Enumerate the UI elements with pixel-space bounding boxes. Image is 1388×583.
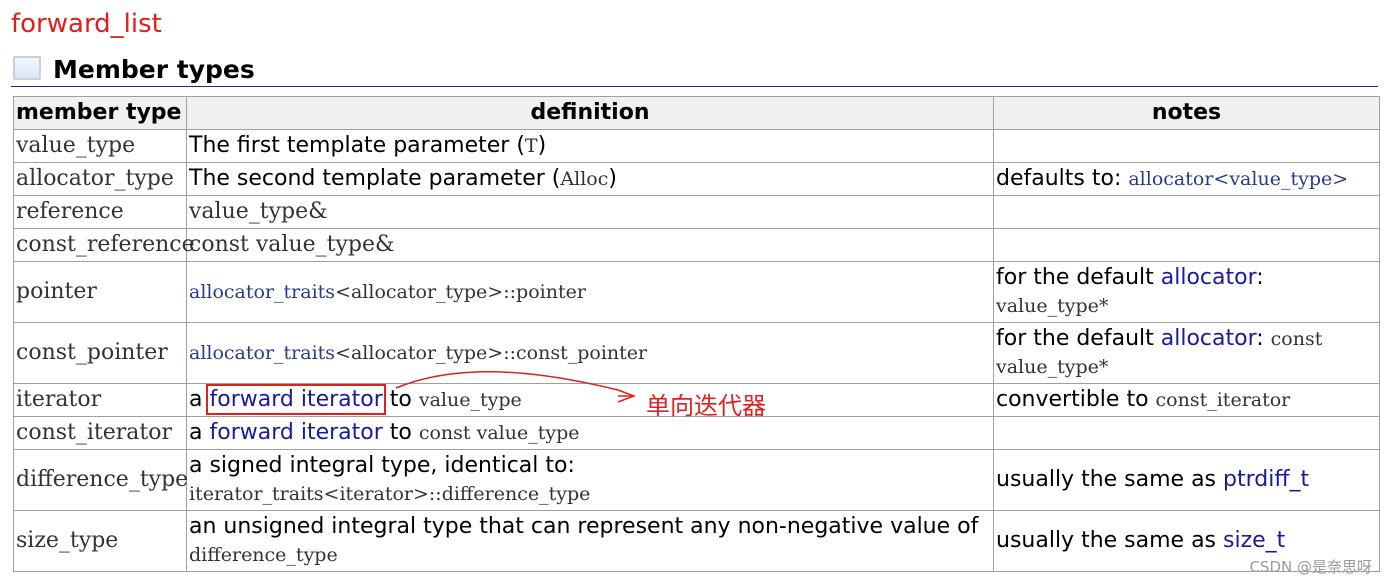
member-name: iterator	[13, 383, 187, 417]
page-title: forward_list	[11, 9, 162, 39]
section-title: Member types	[53, 55, 255, 84]
definition-cell: The second template parameter (Alloc)	[186, 162, 994, 196]
definition-cell: value_type&	[186, 195, 994, 229]
allocator-link[interactable]: allocator	[1161, 265, 1257, 290]
definition-cell: a signed integral type, identical to: ite…	[186, 449, 994, 511]
table-row: value_type The first template parameter …	[13, 129, 1380, 163]
notes-cell	[993, 129, 1380, 163]
table-row: reference value_type&	[13, 195, 1380, 229]
table-row: size_type an unsigned integral type that…	[13, 510, 1380, 572]
forward-iterator-link[interactable]: forward iterator	[209, 420, 382, 445]
table-row: allocator_type The second template param…	[13, 162, 1380, 196]
table-row: const_reference const value_type&	[13, 228, 1380, 262]
header-member-type: member type	[13, 96, 187, 130]
member-name: const_iterator	[13, 416, 187, 450]
notes-cell: for the default allocator: const value_ty…	[993, 322, 1380, 384]
size-t-link[interactable]: size_t	[1223, 528, 1285, 553]
member-name: allocator_type	[13, 162, 187, 196]
watermark: CSDN @是奈思呀	[1249, 558, 1372, 576]
definition-cell: a forward iterator to value_type	[186, 383, 994, 417]
table-header-row: member type definition notes	[13, 96, 1380, 130]
notes-cell: convertible to const_iterator	[993, 383, 1380, 417]
definition-cell: The first template parameter (T)	[186, 129, 994, 163]
table-row: difference_type a signed integral type, …	[13, 449, 1380, 511]
table-row: const_iterator a forward iterator to con…	[13, 416, 1380, 450]
member-name: const_reference	[13, 228, 195, 262]
member-types-table: member type definition notes value_type …	[13, 96, 1380, 572]
header-notes: notes	[993, 96, 1380, 130]
member-name: pointer	[13, 261, 187, 323]
table-row: const_pointer allocator_traits<allocator…	[13, 322, 1380, 384]
allocator-traits-link[interactable]: allocator_traits	[189, 281, 335, 303]
ptrdiff-t-link[interactable]: ptrdiff_t	[1223, 467, 1309, 492]
notes-cell: defaults to: allocator<value_type>	[993, 162, 1380, 196]
section-icon	[13, 56, 41, 80]
allocator-link[interactable]: allocator	[1161, 326, 1257, 351]
member-name: difference_type	[13, 449, 188, 511]
table-row: pointer allocator_traits<allocator_type>…	[13, 261, 1380, 323]
header-definition: definition	[186, 96, 994, 130]
section-header: Member types	[11, 54, 1378, 87]
notes-cell	[993, 416, 1380, 450]
forward-iterator-link[interactable]: forward iterator	[206, 384, 386, 415]
definition-cell: an unsigned integral type that can repre…	[186, 510, 994, 572]
allocator-traits-link[interactable]: allocator_traits	[189, 342, 335, 364]
member-name: size_type	[13, 510, 187, 572]
annotation-label: 单向迭代器	[646, 392, 766, 420]
definition-cell: allocator_traits<allocator_type>::pointe…	[186, 261, 994, 323]
definition-cell: a forward iterator to const value_type	[186, 416, 994, 450]
definition-cell: allocator_traits<allocator_type>::const_…	[186, 322, 994, 384]
definition-cell: const value_type&	[186, 228, 994, 262]
member-name: reference	[13, 195, 187, 229]
notes-cell: for the default allocator: value_type*	[993, 261, 1380, 323]
member-name: value_type	[13, 129, 187, 163]
notes-cell	[993, 195, 1380, 229]
member-name: const_pointer	[13, 322, 187, 384]
notes-cell	[993, 228, 1380, 262]
notes-cell: usually the same as ptrdiff_t	[993, 449, 1380, 511]
allocator-link[interactable]: allocator<value_type>	[1128, 168, 1348, 190]
